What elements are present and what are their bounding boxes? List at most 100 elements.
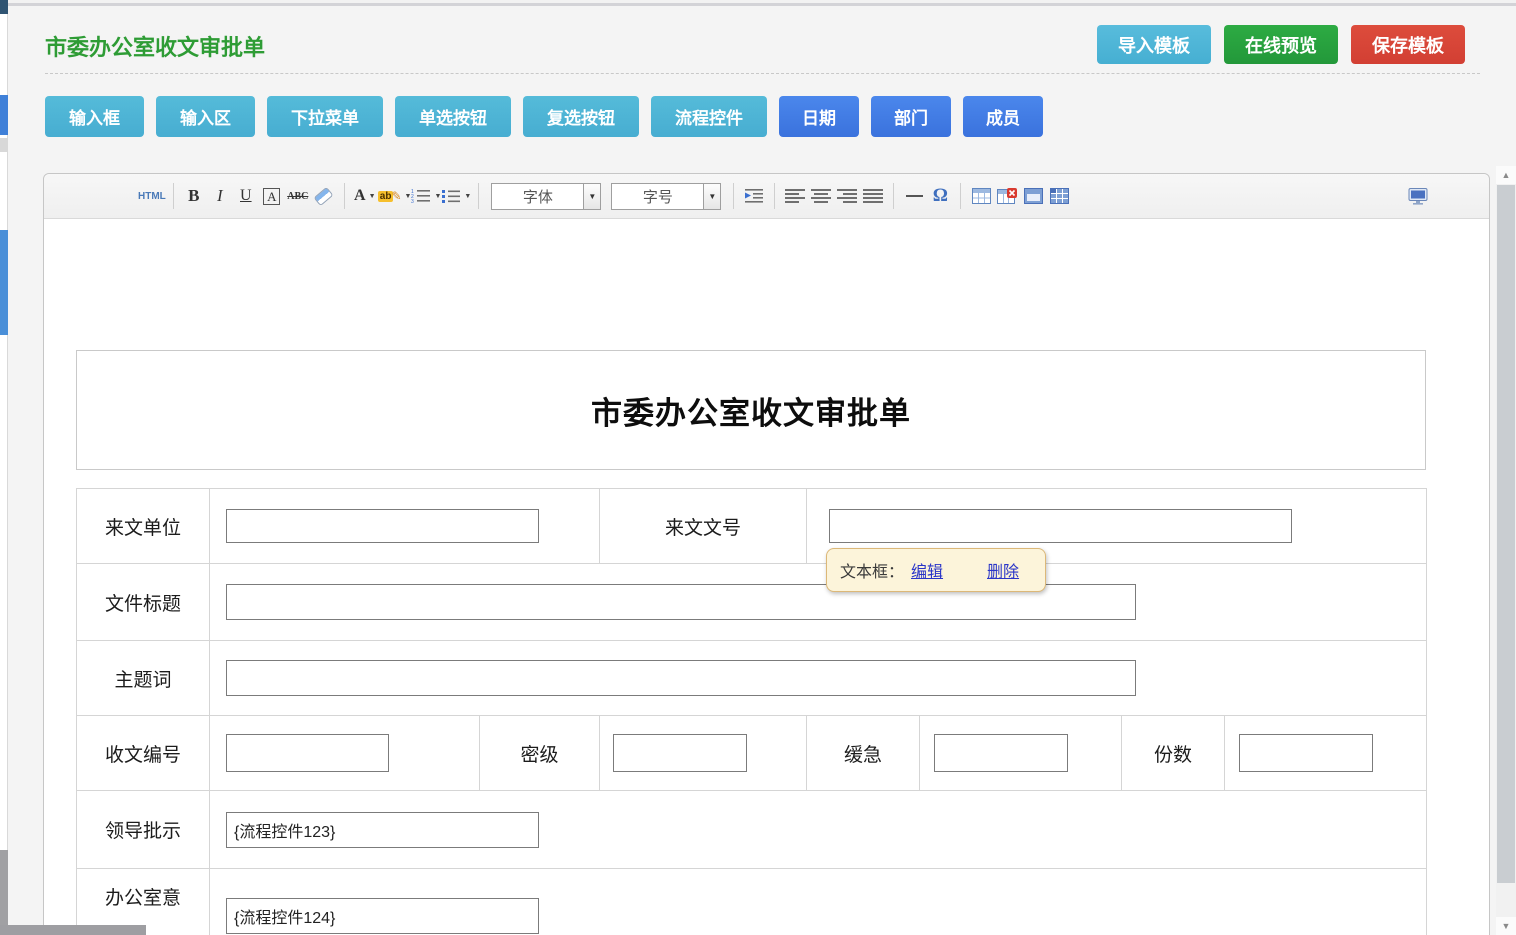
- font-attribute-button[interactable]: A: [259, 182, 285, 210]
- document-title: 市委办公室收文审批单: [591, 388, 911, 433]
- leader-comments-label: 领导批示: [77, 791, 210, 869]
- security-level-label: 密级: [480, 716, 600, 791]
- online-preview-button[interactable]: 在线预览: [1224, 25, 1338, 64]
- editor-toolbar: HTML B I U A ABC A▼ ab✎▼ 123 ▼ ▼ 字体 ▼: [44, 174, 1489, 219]
- background-window-fragment: [0, 850, 8, 935]
- omega-icon: Ω: [933, 185, 948, 207]
- indent-button[interactable]: [741, 182, 767, 210]
- font-family-field[interactable]: 字体: [491, 183, 584, 210]
- add-checkbox-button[interactable]: 复选按钮: [523, 96, 639, 137]
- scrollbar-thumb[interactable]: [1497, 185, 1515, 883]
- align-justify-button[interactable]: [860, 182, 886, 210]
- table-row: 主题词: [77, 641, 1427, 716]
- font-attribute-icon: A: [263, 188, 280, 205]
- add-department-button[interactable]: 部门: [871, 96, 951, 137]
- horizontal-rule-button[interactable]: [901, 182, 927, 210]
- add-flow-control-button[interactable]: 流程控件: [651, 96, 767, 137]
- background-window-strip: [0, 0, 8, 935]
- chevron-down-icon: ▼: [405, 193, 412, 200]
- edit-field-link[interactable]: 编辑: [911, 558, 943, 582]
- toolbar-separator: [733, 183, 734, 209]
- doc-title-label: 文件标题: [77, 564, 210, 641]
- add-date-button[interactable]: 日期: [779, 96, 859, 137]
- chevron-down-icon: ▼: [369, 193, 376, 200]
- toolbar-separator: [173, 183, 174, 209]
- insert-table-icon: [972, 188, 991, 204]
- background-window-fragment: [0, 0, 8, 14]
- vertical-scrollbar[interactable]: ▲ ▼: [1496, 166, 1516, 935]
- strikethrough-button[interactable]: ABC: [285, 182, 311, 210]
- copies-input[interactable]: [1239, 734, 1373, 772]
- toolbar-separator: [774, 183, 775, 209]
- component-toolbox: 输入框 输入区 下拉菜单 单选按钮 复选按钮 流程控件 日期 部门 成员: [45, 96, 1043, 137]
- doc-number-label: 来文文号: [600, 489, 807, 564]
- indent-icon: [744, 188, 764, 204]
- font-color-icon: A: [354, 187, 366, 205]
- scroll-up-arrow-icon[interactable]: ▲: [1496, 166, 1516, 184]
- highlight-color-button[interactable]: ab✎▼: [378, 182, 412, 210]
- align-right-button[interactable]: [834, 182, 860, 210]
- underline-button[interactable]: U: [233, 182, 259, 210]
- font-size-dropdown-arrow[interactable]: ▼: [704, 183, 721, 210]
- add-input-box-button[interactable]: 输入框: [45, 96, 144, 137]
- urgency-input[interactable]: [934, 734, 1068, 772]
- source-unit-input[interactable]: [226, 509, 539, 543]
- remove-format-button[interactable]: [311, 182, 337, 210]
- font-family-combo: 字体 ▼: [491, 183, 601, 210]
- svg-text:3: 3: [411, 199, 414, 204]
- add-member-button[interactable]: 成员: [963, 96, 1043, 137]
- cell-properties-button[interactable]: [1046, 182, 1072, 210]
- approval-form-table: 来文单位 来文文号 文件标题 主题词 收文编号 密级: [76, 488, 1427, 935]
- editor-canvas[interactable]: 市委办公室收文审批单 来文单位 来文文号 文件标题 主: [44, 219, 1489, 935]
- import-template-button[interactable]: 导入模板: [1097, 25, 1211, 64]
- font-size-field[interactable]: 字号: [611, 183, 704, 210]
- toolbar-separator: [344, 183, 345, 209]
- header-actions: 导入模板 在线预览 保存模板: [1097, 25, 1465, 64]
- background-window-fragment: [0, 925, 146, 935]
- font-color-button[interactable]: A▼: [352, 182, 378, 210]
- insert-table-button[interactable]: [968, 182, 994, 210]
- font-size-combo: 字号 ▼: [611, 183, 721, 210]
- toolbar-separator: [478, 183, 479, 209]
- doc-number-input[interactable]: [829, 509, 1292, 543]
- align-left-icon: [785, 189, 805, 203]
- source-unit-label: 来文单位: [77, 489, 210, 564]
- chevron-down-icon: ▼: [434, 193, 441, 200]
- fullscreen-button[interactable]: [1405, 182, 1431, 210]
- align-center-button[interactable]: [808, 182, 834, 210]
- delete-table-icon: [997, 188, 1017, 204]
- receipt-number-label: 收文编号: [77, 716, 210, 791]
- table-properties-button[interactable]: [1020, 182, 1046, 210]
- monitor-icon: [1408, 188, 1428, 205]
- add-radio-button[interactable]: 单选按钮: [395, 96, 511, 137]
- scroll-down-arrow-icon[interactable]: ▼: [1496, 917, 1516, 935]
- font-family-dropdown-arrow[interactable]: ▼: [584, 183, 601, 210]
- add-textarea-button[interactable]: 输入区: [156, 96, 255, 137]
- subject-label: 主题词: [77, 641, 210, 716]
- table-row: 来文单位 来文文号: [77, 489, 1427, 564]
- align-center-icon: [811, 189, 831, 203]
- bold-button[interactable]: B: [181, 182, 207, 210]
- delete-field-link[interactable]: 删除: [987, 558, 1019, 582]
- delete-table-button[interactable]: [994, 182, 1020, 210]
- source-code-button[interactable]: HTML: [138, 182, 166, 210]
- security-level-input[interactable]: [613, 734, 747, 772]
- unordered-list-button[interactable]: ▼: [441, 182, 471, 210]
- document-title-box: 市委办公室收文审批单: [76, 350, 1426, 470]
- leader-comments-flow-control-input[interactable]: [226, 812, 539, 848]
- toolbar-separator: [893, 183, 894, 209]
- office-opinion-flow-control-input[interactable]: [226, 898, 539, 934]
- strikethrough-icon: ABC: [287, 191, 308, 202]
- table-row: 办公室意: [77, 869, 1427, 935]
- special-character-button[interactable]: Ω: [927, 182, 953, 210]
- subject-input[interactable]: [226, 660, 1136, 696]
- add-dropdown-button[interactable]: 下拉菜单: [267, 96, 383, 137]
- eraser-icon: [314, 186, 334, 205]
- table-row: 收文编号 密级 缓急 份数: [77, 716, 1427, 791]
- ordered-list-button[interactable]: 123 ▼: [411, 182, 441, 210]
- receipt-number-input[interactable]: [226, 734, 389, 772]
- template-designer-screen: 市委办公室收文审批单 导入模板 在线预览 保存模板 输入框 输入区 下拉菜单 单…: [0, 0, 1516, 935]
- align-left-button[interactable]: [782, 182, 808, 210]
- italic-button[interactable]: I: [207, 182, 233, 210]
- save-template-button[interactable]: 保存模板: [1351, 25, 1465, 64]
